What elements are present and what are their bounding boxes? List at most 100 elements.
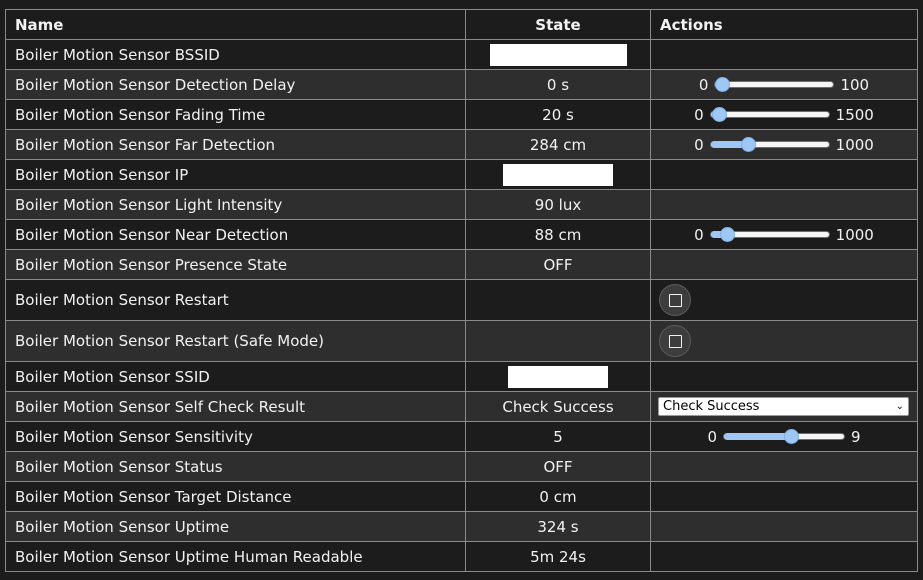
header-actions: Actions (650, 9, 918, 40)
entity-name: Boiler Motion Sensor Fading Time (5, 99, 466, 130)
stop-square-icon (668, 334, 682, 348)
entity-state: 5 (465, 421, 651, 452)
entity-actions (650, 511, 918, 542)
entity-name: Boiler Motion Sensor Sensitivity (5, 421, 466, 452)
entity-state: OFF (465, 249, 651, 280)
slider-min-label: 0 (694, 135, 704, 154)
entity-name: Boiler Motion Sensor Near Detection (5, 219, 466, 250)
boiler-motion-sensor-far-detection-slider[interactable]: 0 1000 (657, 136, 911, 154)
entity-name: Boiler Motion Sensor Uptime (5, 511, 466, 542)
chevron-down-icon: ⌄ (895, 401, 904, 412)
entity-name: Boiler Motion Sensor Restart (5, 279, 466, 321)
entity-state: 324 s (465, 511, 651, 542)
slider-track[interactable] (709, 106, 830, 122)
entity-state: 88 cm (465, 219, 651, 250)
entity-state (465, 361, 651, 392)
entity-name: Boiler Motion Sensor Self Check Result (5, 391, 466, 422)
table-row: Boiler Motion Sensor Restart (Safe Mode) (5, 320, 918, 362)
entity-state: 0 cm (465, 481, 651, 512)
entity-state (465, 159, 651, 190)
entity-state: 90 lux (465, 189, 651, 220)
entity-name: Boiler Motion Sensor Presence State (5, 249, 466, 280)
entity-state: 0 s (465, 69, 651, 100)
slider-max-label: 1000 (835, 135, 874, 154)
slider-track[interactable] (714, 76, 835, 92)
stop-square-icon (668, 293, 682, 307)
entity-actions (650, 189, 918, 220)
table-row: Boiler Motion Sensor BSSID (5, 39, 918, 70)
select-value: Check Success (663, 399, 760, 414)
slider-max-label: 1500 (835, 105, 874, 124)
boiler-motion-sensor-fading-time-slider[interactable]: 0 1500 (657, 106, 911, 124)
slider-thumb[interactable] (715, 76, 731, 92)
boiler-motion-sensor-detection-delay-slider[interactable]: 0 100 (657, 76, 911, 94)
entity-actions (650, 320, 918, 362)
entity-actions (650, 279, 918, 321)
entity-name: Boiler Motion Sensor Far Detection (5, 129, 466, 160)
slider-max-label: 1000 (835, 225, 874, 244)
slider-thumb[interactable] (719, 226, 735, 242)
boiler-motion-sensor-restart-button[interactable] (659, 284, 691, 316)
table-row: Boiler Motion Sensor SSID (5, 361, 918, 392)
header-state: State (465, 9, 651, 40)
table-row: Boiler Motion Sensor Uptime Human Readab… (5, 541, 918, 572)
header-name: Name (5, 9, 466, 40)
slider-thumb[interactable] (740, 136, 756, 152)
entity-name: Boiler Motion Sensor Light Intensity (5, 189, 466, 220)
entity-name: Boiler Motion Sensor Target Distance (5, 481, 466, 512)
slider-max-label: 100 (840, 75, 870, 94)
entity-state: 5m 24s (465, 541, 651, 572)
self-check-result-select[interactable]: Check Success ⌄ (658, 397, 909, 416)
entity-name: Boiler Motion Sensor IP (5, 159, 466, 190)
entity-actions (650, 249, 918, 280)
slider-max-label: 9 (851, 427, 861, 446)
slider-fill (724, 433, 791, 440)
table-row: Boiler Motion Sensor Detection Delay 0 s 0… (5, 69, 918, 100)
entity-actions (650, 451, 918, 482)
entity-state (465, 279, 651, 321)
table-row: Boiler Motion Sensor Uptime 324 s (5, 511, 918, 542)
boiler-motion-sensor-restart-safe-mode-button[interactable] (659, 325, 691, 357)
table-row: Boiler Motion Sensor Status OFF (5, 451, 918, 482)
header-row: Name State Actions (5, 9, 918, 40)
slider-track[interactable] (709, 136, 830, 152)
slider-min-label: 0 (694, 225, 704, 244)
entity-actions (650, 361, 918, 392)
table-body: Boiler Motion Sensor BSSID Boiler Motion … (5, 39, 918, 572)
entity-actions: 09 (650, 421, 918, 452)
table-row: Boiler Motion Sensor Sensitivity 5 0 9 (5, 421, 918, 452)
table-row: Boiler Motion Sensor Fading Time 20 s 0 150… (5, 99, 918, 130)
table-row: Boiler Motion Sensor Presence State OFF (5, 249, 918, 280)
entity-actions (650, 39, 918, 70)
slider-track[interactable] (709, 226, 830, 242)
entity-name: Boiler Motion Sensor Detection Delay (5, 69, 466, 100)
entity-state (465, 39, 651, 70)
table-row: Boiler Motion Sensor Restart (5, 279, 918, 321)
entity-state: 20 s (465, 99, 651, 130)
boiler-motion-sensor-near-detection-slider[interactable]: 0 1000 (657, 226, 911, 244)
entity-actions: 0 1000 (650, 219, 918, 250)
table-row: Boiler Motion Sensor IP (5, 159, 918, 190)
entity-actions (650, 481, 918, 512)
entity-name: Boiler Motion Sensor Restart (Safe Mode) (5, 320, 466, 362)
table-row: Boiler Motion Sensor Light Intensity 90 l… (5, 189, 918, 220)
entity-state (465, 320, 651, 362)
table-row: Boiler Motion Sensor Target Distance 0 cm (5, 481, 918, 512)
slider-min-label: 0 (698, 75, 709, 94)
entity-name: Boiler Motion Sensor Status (5, 451, 466, 482)
entity-state: 284 cm (465, 129, 651, 160)
slider-thumb[interactable] (784, 428, 799, 444)
slider-thumb[interactable] (712, 106, 728, 122)
slider-min-label: 0 (707, 427, 717, 446)
entity-actions: 0 100 (650, 69, 918, 100)
redacted-value (489, 43, 627, 66)
redacted-value (508, 365, 608, 388)
boiler-motion-sensor-sensitivity-slider[interactable]: 09 (657, 428, 911, 446)
table-row: Boiler Motion Sensor Far Detection 284 cm… (5, 129, 918, 160)
entity-state: Check Success (465, 391, 651, 422)
entity-name: Boiler Motion Sensor Uptime Human Readab… (5, 541, 466, 572)
slider-track[interactable] (723, 428, 845, 444)
entity-name: Boiler Motion Sensor BSSID (5, 39, 466, 70)
entity-actions: 0 1500 (650, 99, 918, 130)
entity-actions (650, 159, 918, 190)
